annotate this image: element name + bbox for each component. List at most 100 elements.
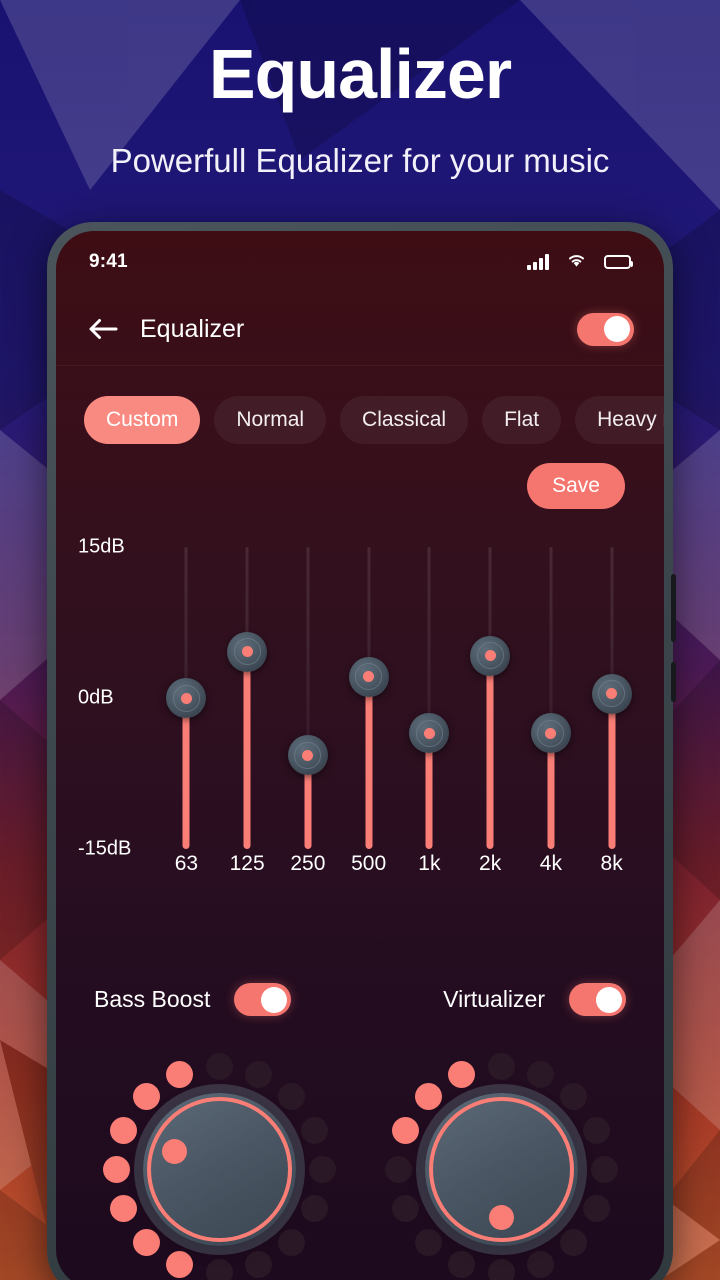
knob-dot (205, 1259, 233, 1280)
knob-dot (110, 1195, 138, 1223)
knob-dot (300, 1116, 328, 1144)
preset-chip-heavy-metal[interactable]: Heavy metal (575, 396, 664, 444)
knob-dot (205, 1053, 233, 1080)
eq-slider-thumb[interactable] (409, 713, 450, 754)
bass-boost-control: Bass Boost (94, 983, 292, 1016)
eq-slider-8k[interactable] (589, 531, 635, 876)
eq-freq-label-4k: 4k (539, 852, 562, 875)
preset-chip-row[interactable]: Custom Normal Classical Flat Heavy metal (56, 366, 664, 444)
toggle-knob (261, 986, 288, 1013)
knob-dot (487, 1259, 515, 1280)
preset-chip-flat[interactable]: Flat (482, 396, 562, 444)
db-label--15dB: -15dB (78, 837, 132, 860)
knob-dot (414, 1083, 442, 1111)
knob-dot (526, 1060, 554, 1088)
knob-dot (278, 1083, 306, 1111)
knob-dot (132, 1083, 160, 1111)
bass-knob-indicator (161, 1139, 187, 1165)
equalizer-sliders[interactable]: 63 125 250 500 1k 2k 4k 8k (156, 531, 642, 876)
knob-dot (582, 1116, 610, 1144)
eq-slider-2k[interactable] (467, 531, 513, 876)
phone-mockup: 9:41 Equalizer Custom Normal Classical F… (47, 222, 676, 1280)
virtualizer-knob-indicator (488, 1205, 514, 1230)
eq-freq-label-8k: 8k (600, 852, 623, 875)
eq-slider-63[interactable] (163, 531, 209, 876)
eq-freq-label-63: 63 (174, 852, 199, 875)
knob-dot (166, 1251, 194, 1279)
status-time: 9:41 (89, 251, 128, 272)
save-button[interactable]: Save (527, 463, 625, 509)
eq-slider-thumb[interactable] (591, 673, 632, 714)
bass-boost-toggle[interactable] (234, 983, 292, 1016)
eq-slider-fill (365, 676, 373, 849)
save-row: Save (56, 444, 664, 509)
knob-dot (300, 1195, 328, 1223)
preset-chip-classical[interactable]: Classical (340, 396, 469, 444)
knob-dot (448, 1060, 476, 1088)
phone-power-button[interactable] (671, 574, 676, 642)
eq-slider-thumb[interactable] (287, 735, 328, 776)
phone-screen: 9:41 Equalizer Custom Normal Classical F… (56, 231, 664, 1280)
virtualizer-control: Virtualizer (443, 983, 626, 1016)
eq-slider-thumb[interactable] (348, 656, 389, 697)
eq-slider-1k[interactable] (406, 531, 452, 876)
toggle-knob (596, 986, 622, 1013)
eq-freq-label-2k: 2k (479, 852, 502, 875)
promo-title: Equalizer (208, 35, 512, 113)
knob-dot (414, 1228, 442, 1256)
knob-dot (448, 1251, 476, 1279)
preset-chip-normal[interactable]: Normal (214, 396, 327, 444)
back-arrow-icon[interactable] (86, 312, 120, 346)
equalizer-power-toggle[interactable] (577, 312, 634, 346)
knob-dot (392, 1116, 420, 1144)
eq-slider-4k[interactable] (528, 531, 574, 876)
bass-knob-body[interactable] (142, 1093, 296, 1246)
knob-row (56, 1052, 664, 1280)
knob-dot (384, 1156, 412, 1183)
virtualizer-toggle[interactable] (569, 983, 626, 1016)
eq-freq-label-250: 250 (290, 852, 326, 875)
knob-dot (132, 1228, 160, 1256)
eq-slider-thumb[interactable] (227, 631, 268, 672)
equalizer-panel: 15dB 0dB -15dB 63 125 250 500 1k 2k 4k 8k (56, 531, 664, 931)
virtualizer-label: Virtualizer (443, 986, 545, 1012)
db-label-15dB: 15dB (78, 535, 125, 558)
eq-slider-500[interactable] (346, 531, 392, 876)
knob-dot (166, 1060, 194, 1088)
knob-dot (582, 1195, 610, 1223)
eq-slider-125[interactable] (224, 531, 270, 876)
bass-boost-knob[interactable] (102, 1052, 337, 1280)
eq-slider-thumb[interactable] (166, 678, 207, 718)
phone-volume-button[interactable] (671, 662, 676, 702)
signal-bars-icon (527, 254, 549, 270)
preset-chip-custom[interactable]: Custom (84, 396, 201, 444)
knob-dot (278, 1228, 306, 1256)
eq-freq-label-125: 125 (229, 852, 265, 875)
status-icons (527, 252, 633, 273)
knob-dot (110, 1116, 138, 1144)
eq-slider-fill (486, 655, 494, 849)
promo-subtitle: Powerfull Equalizer for your music (110, 142, 610, 179)
app-bar: Equalizer (56, 293, 664, 366)
toggle-knob (604, 316, 630, 342)
status-bar: 9:41 (56, 231, 664, 293)
eq-slider-250[interactable] (285, 531, 331, 876)
eq-slider-thumb[interactable] (470, 635, 511, 676)
knob-dot (392, 1195, 420, 1223)
eq-slider-thumb[interactable] (530, 713, 571, 754)
knob-dot (102, 1156, 130, 1183)
eq-freq-label-1k: 1k (418, 852, 441, 875)
virtualizer-knob[interactable] (384, 1052, 619, 1280)
app-bar-title: Equalizer (140, 314, 245, 343)
bass-boost-label: Bass Boost (94, 986, 211, 1012)
knob-dot (590, 1156, 618, 1183)
eq-freq-label-500: 500 (351, 852, 387, 875)
knob-dot (560, 1083, 588, 1111)
knob-dot (526, 1251, 554, 1279)
knob-dot (244, 1060, 272, 1088)
battery-icon (604, 255, 633, 269)
eq-slider-fill (243, 651, 251, 849)
effects-row: Bass Boost Virtualizer (56, 983, 664, 1016)
knob-dot (308, 1156, 336, 1183)
db-label-0dB: 0dB (78, 686, 114, 709)
